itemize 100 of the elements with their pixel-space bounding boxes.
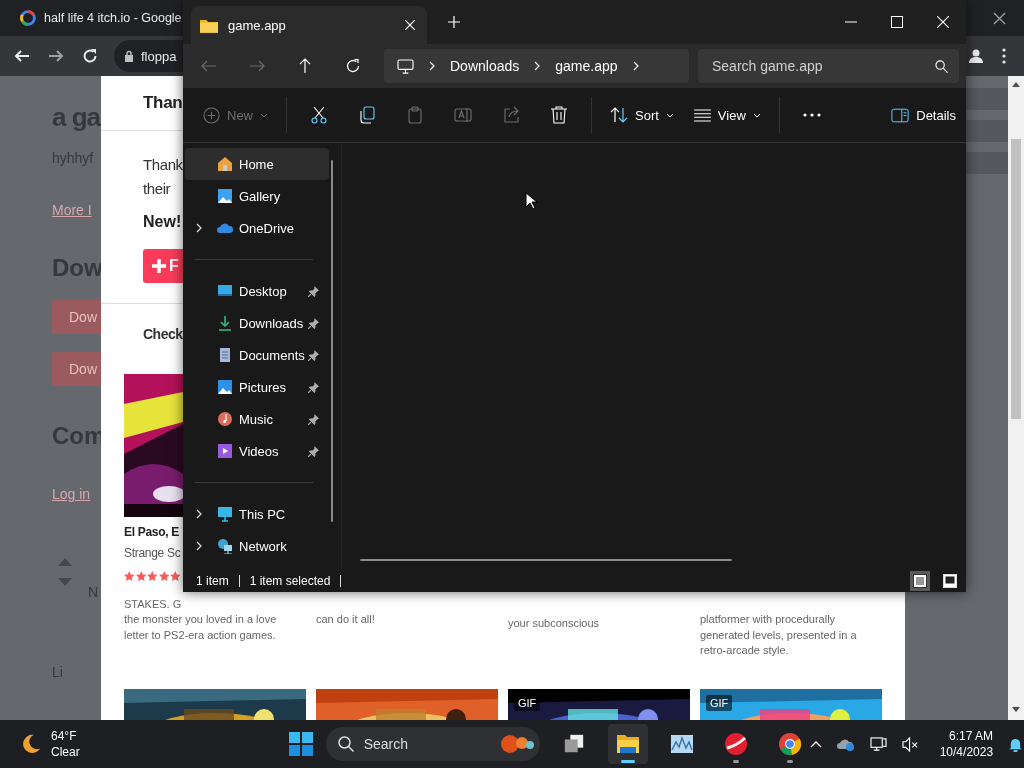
clipboard-icon: [406, 106, 424, 124]
network-icon[interactable]: [869, 736, 887, 752]
chevron-icon[interactable]: [196, 223, 202, 233]
sort-button[interactable]: Sort: [600, 97, 684, 133]
image-icon: [217, 379, 233, 395]
sidebar-item[interactable]: Desktop: [185, 275, 329, 307]
game-description: generated levels, presented in a: [700, 627, 857, 643]
rename-icon: [454, 106, 472, 124]
start-icon[interactable]: [288, 732, 313, 756]
back-arrow-icon[interactable]: [14, 48, 30, 64]
tiles-view-button[interactable]: [940, 571, 960, 591]
search-field[interactable]: Search: [325, 727, 540, 761]
search-field[interactable]: Search game.app: [698, 49, 959, 83]
document-icon: [217, 347, 233, 363]
weather-condition: Clear: [51, 744, 80, 760]
plus-icon: [152, 259, 166, 273]
game-description: platformer with procedurally: [700, 612, 836, 627]
clock-date[interactable]: 10/4/2023: [939, 744, 994, 760]
scrollbar[interactable]: [360, 559, 732, 561]
notification-bell-icon[interactable]: [1008, 736, 1024, 752]
game-description: your subconscious: [508, 616, 600, 631]
image-icon: [217, 188, 233, 204]
explorer-tab[interactable]: game.app: [191, 6, 427, 44]
address-bar[interactable]: Downloads game.app: [384, 49, 689, 83]
reload-icon[interactable]: [82, 48, 98, 64]
pin-icon[interactable]: [308, 317, 319, 329]
sidebar-item[interactable]: Downloads: [185, 307, 329, 339]
breadcrumb-item[interactable]: game.app: [555, 58, 618, 74]
caret-icon: [260, 112, 268, 118]
sidebar-item[interactable]: Pictures: [185, 371, 329, 403]
faded-item: [965, 152, 1008, 174]
house-icon: [217, 156, 233, 172]
moon-icon[interactable]: [20, 733, 42, 755]
sidebar-item[interactable]: Gallery: [185, 180, 329, 212]
taskbar-button[interactable]: [607, 724, 648, 764]
pin-icon[interactable]: [308, 445, 319, 457]
modal-title: Than: [143, 93, 183, 113]
sidebar-item[interactable]: Home: [185, 148, 329, 180]
side-panel-icon: [891, 107, 910, 123]
game-description: can do it all!: [316, 612, 375, 627]
list-icon: [693, 108, 711, 122]
sidebar-item[interactable]: This PC: [185, 498, 329, 530]
copy-icon: [358, 106, 376, 124]
sidebar-item[interactable]: Videos: [185, 435, 329, 467]
sidebar-item[interactable]: Network: [185, 530, 329, 562]
lock-icon: [124, 50, 134, 62]
profile-icon[interactable]: [968, 48, 984, 64]
folder-icon: [200, 17, 218, 33]
sidebar-item[interactable]: Music: [185, 403, 329, 435]
refresh-icon[interactable]: [345, 58, 361, 74]
menu-icon[interactable]: [1002, 48, 1006, 64]
pin-icon[interactable]: [308, 285, 319, 297]
game-author[interactable]: Strange Sc: [124, 546, 181, 560]
speaker-muted-icon[interactable]: [901, 736, 919, 752]
chart-icon: [669, 732, 694, 756]
browser-icon: [777, 732, 802, 756]
game-description: STAKES. G: [124, 596, 182, 612]
modal-note: New!: [143, 213, 182, 231]
cloud-icon[interactable]: [836, 737, 855, 751]
search-icon: [935, 60, 948, 73]
clock-time[interactable]: 6:17 AM: [949, 728, 994, 744]
monitor-icon: [217, 283, 233, 299]
sidebar-item[interactable]: Documents: [185, 339, 329, 371]
caret-up-icon[interactable]: [809, 740, 822, 748]
tiles-view-icon: [943, 574, 957, 588]
view-button[interactable]: View: [683, 97, 771, 133]
maximize-icon[interactable]: [891, 16, 903, 28]
chevron-icon[interactable]: [196, 541, 202, 551]
gif-badge: GIF: [706, 694, 733, 711]
more-icon: [802, 113, 821, 117]
logo-icon: [20, 10, 36, 26]
sidebar-item[interactable]: OneDrive: [185, 212, 329, 244]
scissors-icon: [310, 106, 328, 124]
task-view-icon: [562, 733, 585, 755]
details-button[interactable]: Details: [881, 97, 966, 133]
pin-icon[interactable]: [308, 349, 319, 361]
game-description: letter to PS2-era action games.: [124, 627, 276, 643]
scroll-up-icon[interactable]: [1012, 82, 1020, 87]
scrollbar[interactable]: [331, 160, 333, 522]
follow-button[interactable]: F: [143, 249, 183, 283]
scroll-down-icon[interactable]: [1012, 707, 1020, 712]
caret-icon: [752, 112, 761, 118]
up-arrow-icon[interactable]: [297, 58, 313, 74]
new-tab-icon[interactable]: [448, 16, 460, 28]
browser-tab-title[interactable]: half life 4 itch.io - Google: [44, 11, 182, 25]
game-title[interactable]: El Paso, E: [124, 525, 180, 539]
scrollbar[interactable]: [1008, 76, 1024, 720]
section-title: Check: [143, 326, 183, 342]
network-icon: [217, 538, 233, 554]
chevron-icon[interactable]: [196, 509, 202, 519]
forward-arrow-icon[interactable]: [48, 48, 64, 64]
music-note-icon: [217, 411, 233, 427]
search-icon: [337, 736, 354, 752]
details-view-button[interactable]: [910, 571, 930, 591]
breadcrumb-item[interactable]: Downloads: [450, 58, 520, 74]
close-icon[interactable]: [993, 11, 1006, 25]
address-bar[interactable]: floppa: [114, 40, 183, 72]
plus-circle-icon: [203, 106, 220, 124]
pin-icon[interactable]: [308, 413, 319, 425]
pin-icon[interactable]: [308, 381, 319, 393]
